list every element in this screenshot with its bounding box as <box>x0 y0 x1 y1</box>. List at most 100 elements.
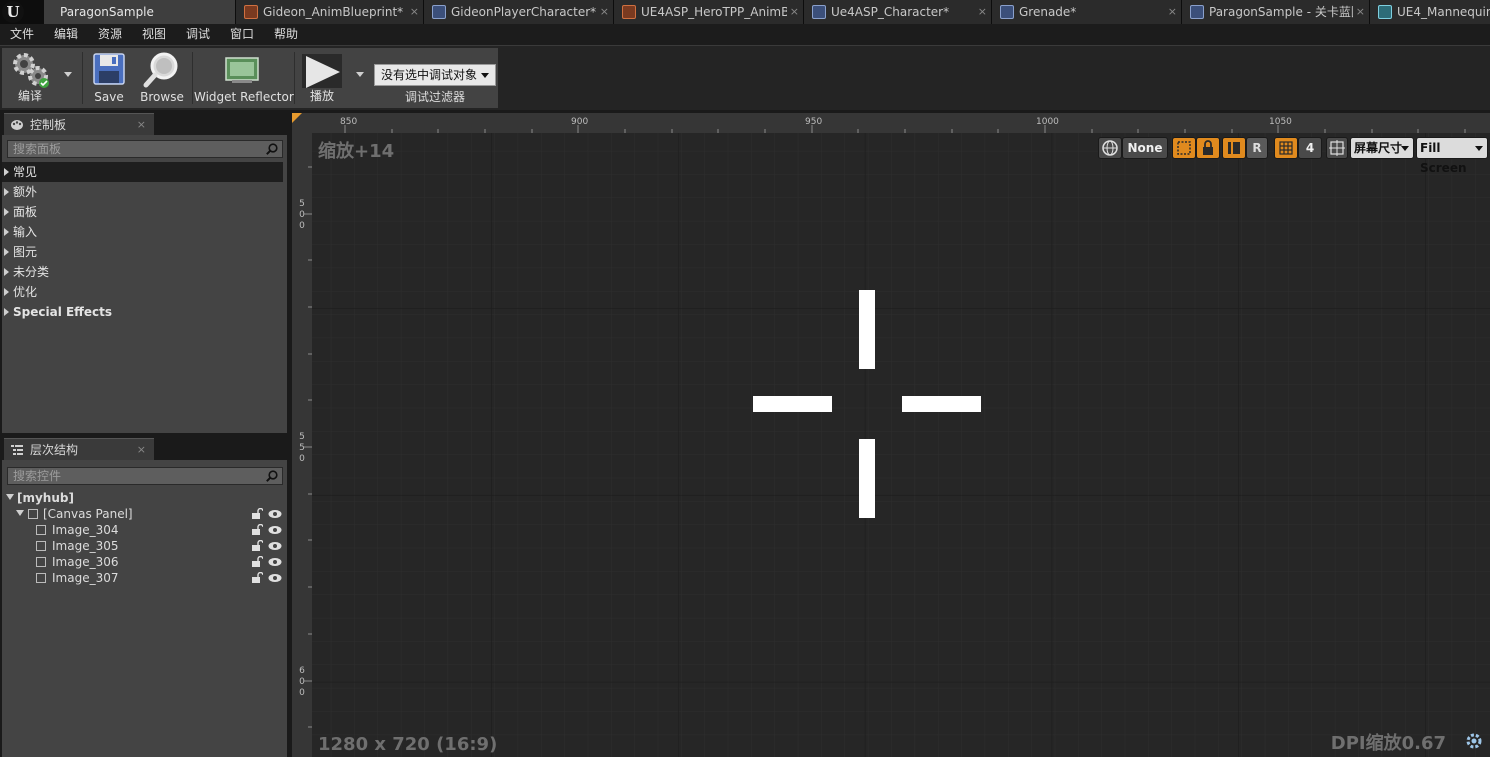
ruler-corner <box>292 113 312 133</box>
tab-paragonsample-level-blueprint[interactable]: ParagonSample - 关卡蓝图 × <box>1182 0 1370 24</box>
close-icon[interactable]: × <box>790 0 799 24</box>
dpi-settings-gear-icon[interactable] <box>1464 731 1484 751</box>
tree-label: Image_304 <box>52 523 119 537</box>
palette-category-extra[interactable]: 额外 <box>2 182 283 202</box>
grid-snap-value-dropdown[interactable]: 4 <box>1298 137 1322 159</box>
ruler-digit: 0 <box>299 221 305 231</box>
palette-category-special-effects[interactable]: Special Effects <box>2 302 283 322</box>
tree-row-image-305[interactable]: Image_305 <box>36 538 236 554</box>
close-icon[interactable]: × <box>410 0 419 24</box>
close-icon[interactable]: × <box>137 114 146 136</box>
screen-size-dropdown[interactable]: 屏幕尺寸 <box>1350 137 1414 159</box>
tree-row-image-307[interactable]: Image_307 <box>36 570 236 586</box>
ruler-y-label: 6 0 0 <box>298 666 306 699</box>
debug-object-dropdown[interactable]: 没有选中调试对象 <box>374 64 496 86</box>
unreal-logo-icon[interactable]: U <box>2 1 24 23</box>
hierarchy-tab[interactable]: 层次结构 × <box>4 438 154 460</box>
tab-gideon-animblueprint[interactable]: Gideon_AnimBlueprint* × <box>236 0 424 24</box>
tab-ue4asp-herotpp-animb[interactable]: UE4ASP_HeroTPP_AnimB × <box>614 0 804 24</box>
compile-label: 编译 <box>17 89 42 103</box>
expand-arrow-icon <box>4 248 9 256</box>
lock-toggle[interactable] <box>1196 137 1220 159</box>
play-options-arrow-icon[interactable] <box>356 72 364 77</box>
menu-view[interactable]: 视图 <box>142 24 166 45</box>
localization-culture-dropdown[interactable]: None <box>1122 137 1168 159</box>
crosshair-image-top[interactable] <box>859 290 875 369</box>
tab-grenade[interactable]: Grenade* × <box>992 0 1182 24</box>
lock-icon <box>1203 140 1213 155</box>
close-icon[interactable]: × <box>978 0 987 24</box>
horizontal-ruler: 850 900 950 1000 1050 <box>312 113 1490 133</box>
palette-category-primitive[interactable]: 图元 <box>2 242 283 262</box>
menu-help[interactable]: 帮助 <box>274 24 298 45</box>
palette-category-common[interactable]: 常见 <box>2 162 283 182</box>
grid-snap-toggle[interactable] <box>1274 137 1298 159</box>
browse-button[interactable]: Browse <box>136 48 188 108</box>
close-icon[interactable]: × <box>600 0 609 24</box>
close-icon[interactable]: × <box>137 439 146 461</box>
tab-label: Ue4ASP_Character* <box>831 5 950 19</box>
unlock-icon[interactable] <box>251 524 263 536</box>
widget-outline-toggle[interactable] <box>1172 137 1196 159</box>
crosshair-image-right[interactable] <box>902 396 981 412</box>
palette-category-uncategorized[interactable]: 未分类 <box>2 262 283 282</box>
unlock-icon[interactable] <box>251 508 263 520</box>
menu-debug[interactable]: 调试 <box>186 24 210 45</box>
unlock-icon[interactable] <box>251 540 263 552</box>
eye-icon[interactable] <box>268 509 282 519</box>
compile-options-arrow-icon[interactable] <box>64 72 72 77</box>
palette-category-input[interactable]: 输入 <box>2 222 283 242</box>
zoom-to-fit-button[interactable] <box>1326 137 1348 159</box>
unlock-icon[interactable] <box>251 556 263 568</box>
designer-grid <box>312 133 1490 757</box>
menu-edit[interactable]: 编辑 <box>54 24 78 45</box>
unlock-icon[interactable] <box>251 572 263 584</box>
crosshair-image-bottom[interactable] <box>859 439 875 518</box>
eye-icon[interactable] <box>268 573 282 583</box>
respect-locks-toggle[interactable]: R <box>1246 137 1268 159</box>
collapse-arrow-icon[interactable] <box>6 494 14 500</box>
image-widget-icon <box>36 573 46 583</box>
menu-file[interactable]: 文件 <box>10 24 34 45</box>
ruler-x-label: 1000 <box>1036 117 1059 127</box>
designer-viewport[interactable]: 850 900 950 1000 1050 5 0 0 5 5 0 6 0 0 <box>292 113 1490 757</box>
widget-reflector-button[interactable]: Widget Reflector <box>194 48 294 108</box>
save-button[interactable]: Save <box>88 48 130 108</box>
eye-icon[interactable] <box>268 525 282 535</box>
crosshair-image-left[interactable] <box>753 396 832 412</box>
close-icon[interactable]: × <box>1168 0 1177 24</box>
globe-icon <box>1102 140 1118 156</box>
tree-root-myhub[interactable]: [myhub] <box>6 490 283 506</box>
main-toolbar: 编译 Save Browse Widget Reflector 播放 没有选中调… <box>0 45 1490 110</box>
eye-icon[interactable] <box>268 557 282 567</box>
chevron-down-icon <box>481 73 489 78</box>
eye-icon[interactable] <box>268 541 282 551</box>
tab-label: GideonPlayerCharacter* <box>451 5 597 19</box>
tree-row-canvas-panel[interactable]: [Canvas Panel] <box>16 506 283 522</box>
palette-category-panel[interactable]: 面板 <box>2 202 283 222</box>
tree-row-image-306[interactable]: Image_306 <box>36 554 236 570</box>
fill-screen-dropdown[interactable]: Fill Screen <box>1416 137 1488 175</box>
close-icon[interactable]: × <box>1356 0 1365 24</box>
layout-toggle[interactable] <box>1222 137 1246 159</box>
expand-arrow-icon <box>4 228 9 236</box>
collapse-arrow-icon[interactable] <box>16 510 24 516</box>
localization-globe-button[interactable] <box>1098 137 1122 159</box>
palette-category-optimization[interactable]: 优化 <box>2 282 283 302</box>
tab-gideonplayercharacter[interactable]: GideonPlayerCharacter* × <box>424 0 614 24</box>
play-button[interactable]: 播放 <box>296 48 348 108</box>
palette-search-input[interactable]: 搜索面板 <box>7 140 283 158</box>
skeleton-icon <box>1378 5 1392 19</box>
compile-button[interactable]: 编译 <box>4 48 56 108</box>
canvas-panel-icon <box>28 509 38 519</box>
tab-paragonsample[interactable]: ParagonSample <box>44 0 236 24</box>
tab-ue4asp-character[interactable]: Ue4ASP_Character* × <box>804 0 992 24</box>
tree-row-image-304[interactable]: Image_304 <box>36 522 236 538</box>
tab-ue4-mannequin[interactable]: UE4_Mannequin_ <box>1370 0 1490 24</box>
toolbar-divider <box>82 52 83 104</box>
menu-window[interactable]: 窗口 <box>230 24 254 45</box>
hierarchy-search-input[interactable]: 搜索控件 <box>7 467 283 485</box>
palette-tab[interactable]: 控制板 × <box>4 113 154 135</box>
category-label: 常见 <box>13 165 38 179</box>
menu-asset[interactable]: 资源 <box>98 24 122 45</box>
